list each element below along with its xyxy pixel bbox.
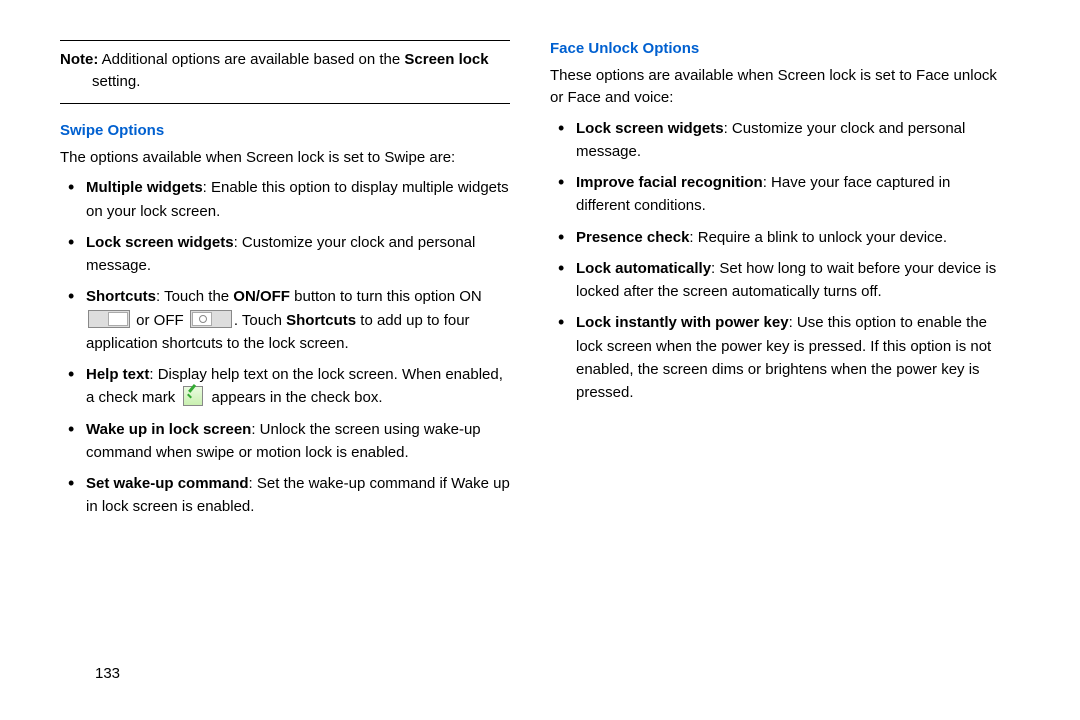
face-intro: These options are available when Screen … [550,65,1000,109]
item-text: : Touch the [156,288,233,305]
shortcuts-word: Shortcuts [286,312,356,329]
item-title: Improve facial recognition [576,174,763,191]
toggle-off-icon [190,310,232,328]
item-title: Lock screen widgets [86,234,234,251]
toggle-on-icon [88,310,130,328]
swipe-intro: The options available when Screen lock i… [60,147,510,169]
list-item: Multiple widgets: Enable this option to … [68,176,510,223]
list-item: Lock screen widgets: Customize your cloc… [558,117,1000,164]
note-bold: Screen lock [404,51,488,68]
list-item: Set wake-up command: Set the wake-up com… [68,472,510,519]
list-item: Shortcuts: Touch the ON/OFF button to tu… [68,285,510,355]
left-column: Note: Additional options are available b… [60,40,510,700]
item-title: Lock screen widgets [576,120,724,137]
note-text-1: Additional options are available based o… [98,51,404,68]
checkmark-icon [183,386,203,406]
list-item: Help text: Display help text on the lock… [68,363,510,410]
note-box: Note: Additional options are available b… [60,40,510,104]
manual-page: Note: Additional options are available b… [0,0,1080,720]
list-item: Lock screen widgets: Customize your cloc… [68,231,510,278]
page-number: 133 [95,665,120,682]
item-title: Lock instantly with power key [576,314,789,331]
item-title: Wake up in lock screen [86,421,251,438]
item-title: Presence check [576,229,689,246]
onoff-label: ON/OFF [233,288,290,305]
list-item: Lock instantly with power key: Use this … [558,311,1000,404]
note-text-2: setting. [92,73,140,90]
item-title: Shortcuts [86,288,156,305]
item-title: Help text [86,366,149,383]
list-item: Improve facial recognition: Have your fa… [558,171,1000,218]
face-unlock-heading: Face Unlock Options [550,40,1000,57]
item-text: : Require a blink to unlock your device. [689,229,947,246]
item-title: Multiple widgets [86,179,203,196]
item-text: . Touch [234,312,286,329]
item-title: Set wake-up command [86,475,249,492]
right-column: Face Unlock Options These options are av… [550,40,1000,700]
item-text: button to turn this option ON [290,288,482,305]
list-item: Presence check: Require a blink to unloc… [558,226,1000,249]
list-item: Lock automatically: Set how long to wait… [558,257,1000,304]
face-bullet-list: Lock screen widgets: Customize your cloc… [550,117,1000,405]
item-text: or OFF [132,312,188,329]
note-label: Note: [60,51,98,68]
list-item: Wake up in lock screen: Unlock the scree… [68,418,510,465]
item-text: appears in the check box. [207,389,382,406]
swipe-options-heading: Swipe Options [60,122,510,139]
swipe-bullet-list: Multiple widgets: Enable this option to … [60,176,510,518]
item-title: Lock automatically [576,260,711,277]
